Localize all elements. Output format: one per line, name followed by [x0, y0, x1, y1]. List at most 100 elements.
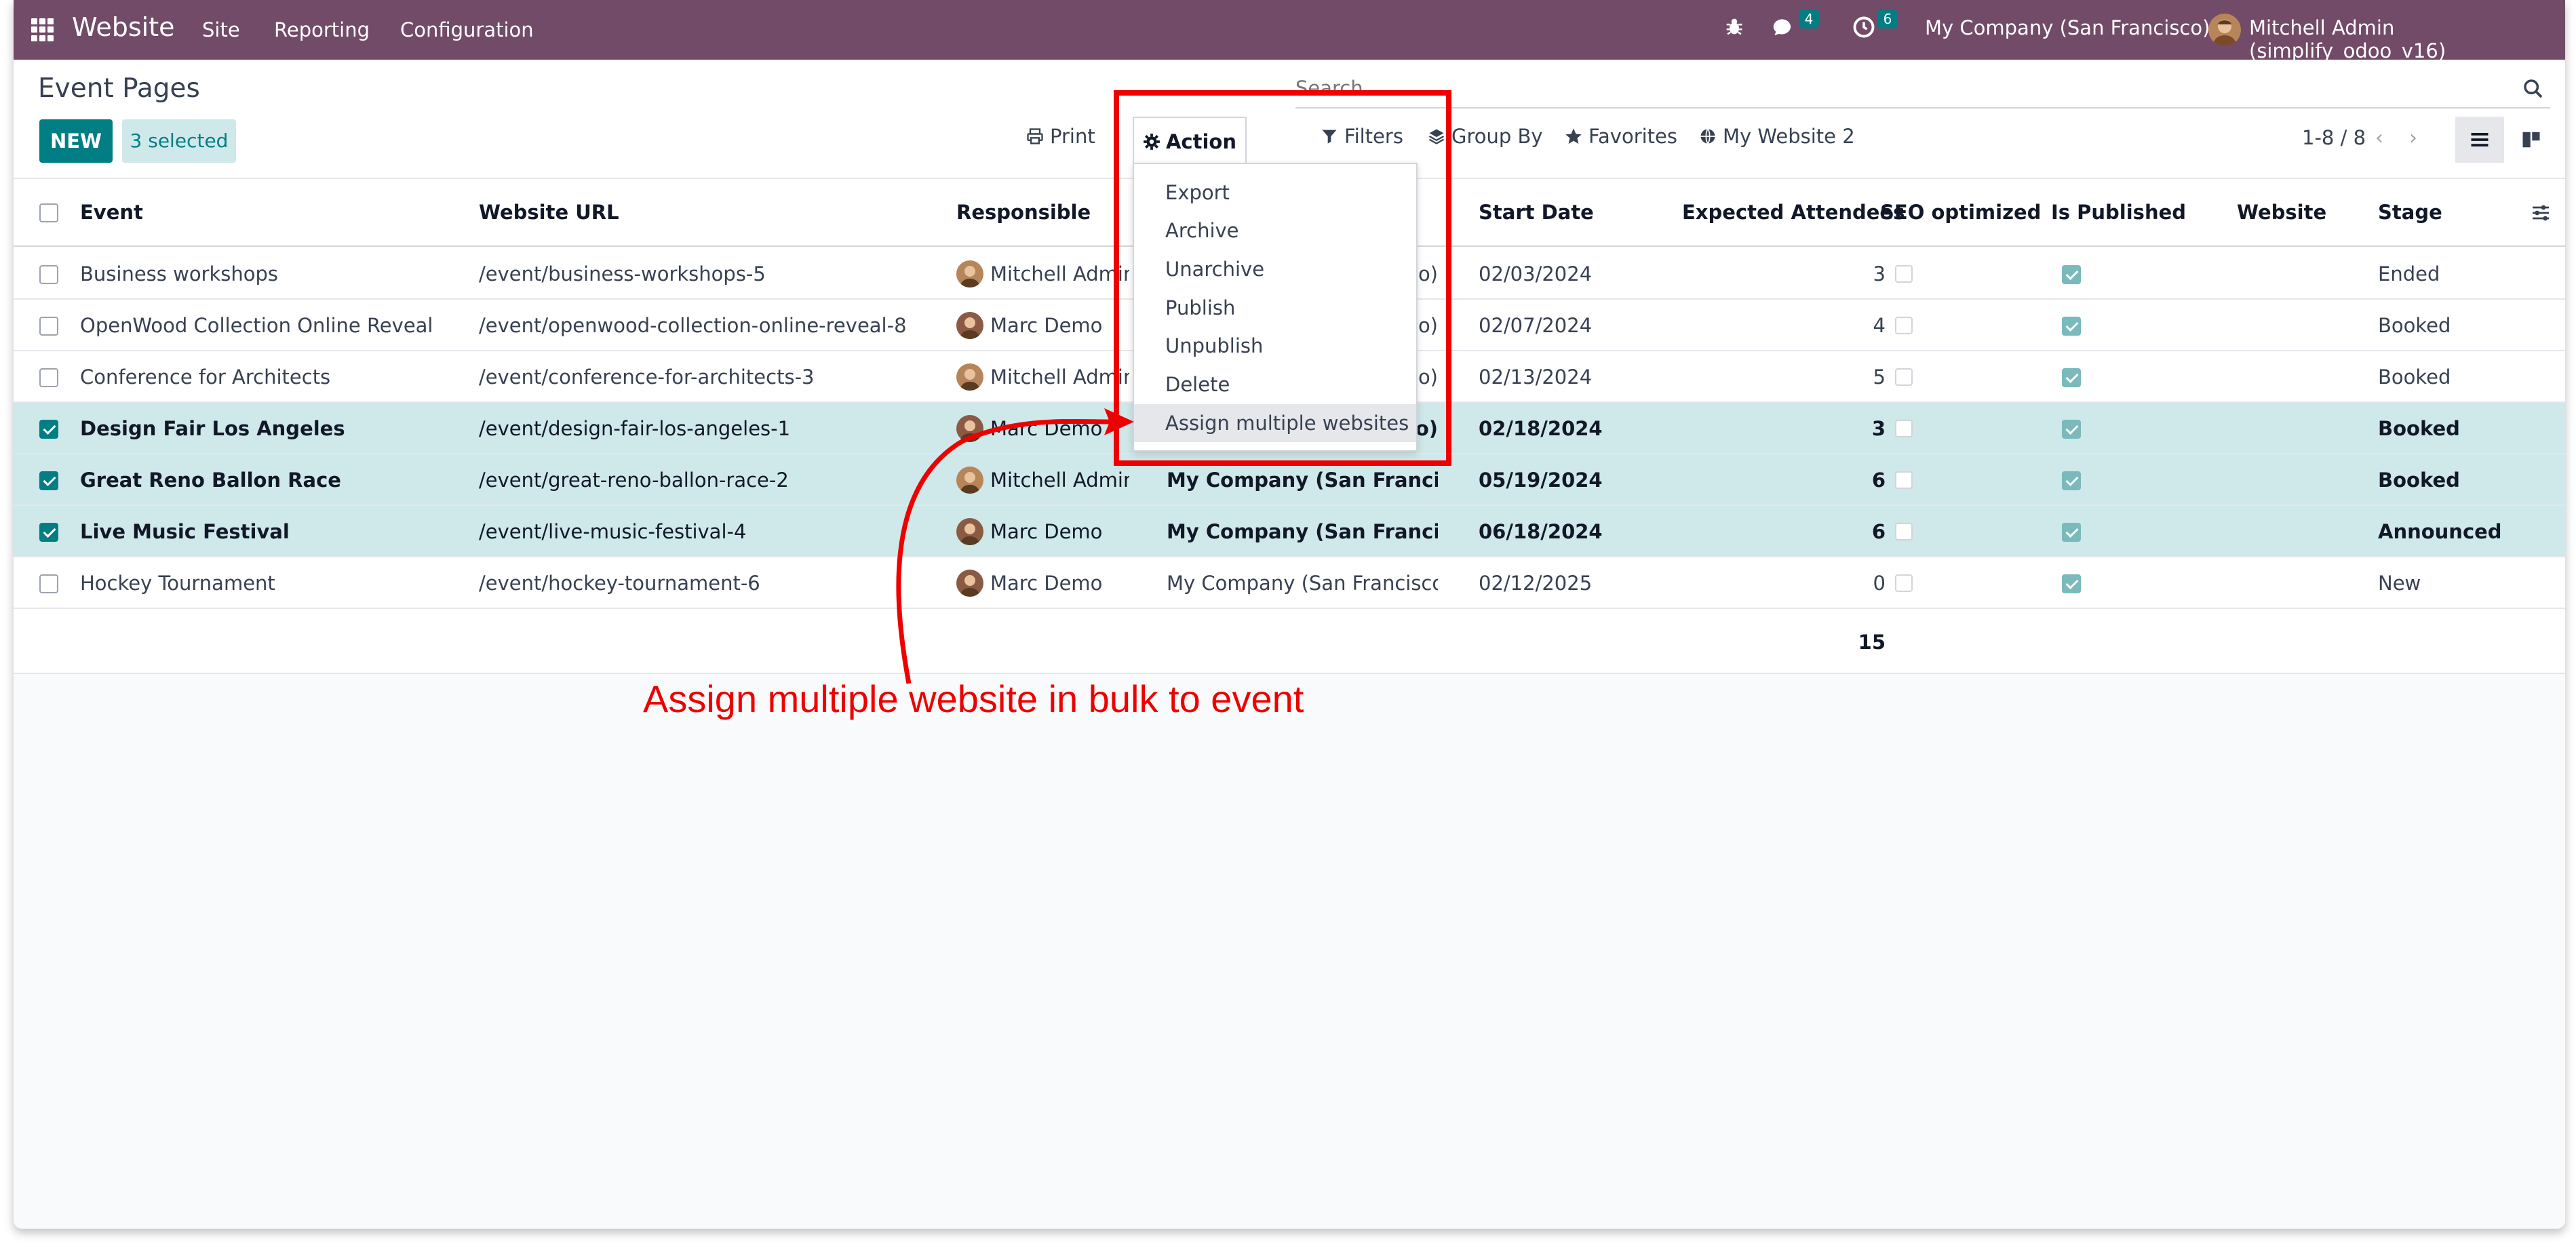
user-avatar[interactable] — [2208, 14, 2241, 46]
control-panel: Event Pages NEW 3 selected Print Action … — [14, 60, 2565, 179]
seo-optimized-checkbox — [1895, 265, 1913, 283]
cell-company: My Company (San Francisco) — [1167, 520, 1438, 543]
cell-stage: Booked — [2378, 469, 2460, 492]
debug-bug-icon[interactable] — [1723, 15, 1750, 42]
action-assign-multiple-websites[interactable]: Assign multiple websites — [1134, 404, 1416, 442]
table-footer: 15 — [14, 610, 2565, 674]
list-view-icon — [2471, 133, 2489, 146]
responsible-avatar — [956, 467, 983, 494]
row-select-checkbox[interactable] — [39, 420, 58, 439]
column-header-stage[interactable]: Stage — [2378, 201, 2442, 224]
column-header-is-published[interactable]: Is Published — [2051, 201, 2186, 224]
app-brand[interactable]: Website — [72, 12, 174, 42]
print-label: Print — [1050, 125, 1095, 148]
list-view-button[interactable] — [2455, 117, 2504, 163]
column-header-website[interactable]: Website — [2237, 201, 2326, 224]
menu-configuration[interactable]: Configuration — [400, 18, 534, 41]
cell-website-url: /event/design-fair-los-angeles-1 — [479, 417, 791, 440]
filters-button[interactable]: Filters — [1320, 125, 1403, 148]
row-select-checkbox[interactable] — [39, 523, 58, 542]
cell-expected-attendees: 5 — [1873, 365, 1886, 389]
cell-expected-attendees: 6 — [1871, 520, 1886, 543]
action-publish[interactable]: Publish — [1134, 289, 1416, 327]
search-icon[interactable] — [2522, 77, 2545, 100]
column-header-responsible[interactable]: Responsible — [956, 201, 1091, 224]
select-all-checkbox[interactable] — [39, 203, 58, 222]
cell-start-date: 05/19/2024 — [1479, 469, 1603, 492]
action-button[interactable]: Action — [1133, 117, 1247, 165]
search-input[interactable] — [1295, 71, 2550, 106]
print-button[interactable]: Print — [1026, 125, 1095, 148]
cell-event: Design Fair Los Angeles — [80, 417, 345, 440]
action-label: Action — [1165, 130, 1236, 153]
column-header-event[interactable]: Event — [80, 201, 143, 224]
kanban-view-button[interactable] — [2507, 117, 2556, 163]
company-switcher[interactable]: My Company (San Francisco) — [1925, 16, 2210, 39]
new-button[interactable]: NEW — [39, 119, 113, 163]
top-navbar: Website Site Reporting Configuration 4 6… — [14, 0, 2565, 62]
row-select-checkbox[interactable] — [39, 471, 58, 490]
page-title: Event Pages — [38, 73, 200, 104]
cell-expected-attendees: 0 — [1873, 572, 1886, 595]
group-by-label: Group By — [1451, 125, 1543, 148]
cell-responsible: Marc Demo — [990, 572, 1103, 595]
row-select-checkbox[interactable] — [39, 574, 58, 593]
pager-previous-icon[interactable]: ‹ — [2375, 126, 2383, 150]
is-published-checkbox — [2062, 368, 2081, 387]
cell-stage: Booked — [2378, 314, 2451, 337]
seo-optimized-checkbox — [1895, 523, 1913, 540]
cell-event: Great Reno Ballon Race — [80, 469, 341, 492]
table-row[interactable]: Hockey Tournament/event/hockey-tournamen… — [14, 557, 2565, 609]
favorites-button[interactable]: Favorites — [1564, 125, 1677, 148]
cell-stage: New — [2378, 572, 2421, 595]
search-bar — [1295, 71, 2550, 108]
optional-columns-sliders-icon[interactable] — [2530, 202, 2552, 224]
responsible-avatar — [956, 363, 983, 391]
is-published-checkbox — [2062, 471, 2081, 490]
menu-reporting[interactable]: Reporting — [274, 18, 370, 41]
cell-website-url: /event/conference-for-architects-3 — [479, 365, 815, 389]
column-header-seo-optimized[interactable]: SEO optimized — [1880, 201, 2041, 224]
cell-responsible: Marc Demo — [990, 520, 1103, 543]
group-by-button[interactable]: Group By — [1427, 125, 1543, 148]
seo-optimized-checkbox — [1895, 574, 1913, 592]
menu-site[interactable]: Site — [202, 18, 240, 41]
column-header-expected-attendees[interactable]: Expected Attendees — [1682, 201, 1905, 224]
seo-optimized-checkbox — [1895, 471, 1913, 489]
activities-clock-icon[interactable] — [1852, 15, 1879, 42]
action-delete[interactable]: Delete — [1134, 365, 1416, 403]
action-archive[interactable]: Archive — [1134, 212, 1416, 250]
row-select-checkbox[interactable] — [39, 368, 58, 387]
cell-event: Conference for Architects — [80, 365, 331, 389]
cell-website-url: /event/live-music-festival-4 — [479, 520, 747, 543]
table-row[interactable]: Live Music Festival/event/live-music-fes… — [14, 506, 2565, 557]
pager-value[interactable]: 1-8 / 8 — [2302, 126, 2366, 149]
row-select-checkbox[interactable] — [39, 317, 58, 336]
is-published-checkbox — [2062, 265, 2081, 284]
selected-count-badge[interactable]: 3 selected — [122, 119, 236, 163]
pager-next-icon[interactable]: › — [2409, 126, 2417, 150]
column-header-start-date[interactable]: Start Date — [1479, 201, 1594, 224]
cell-start-date: 02/03/2024 — [1479, 262, 1593, 285]
layers-icon — [1428, 129, 1445, 144]
apps-grid-icon[interactable] — [31, 18, 54, 41]
column-header-website-url[interactable]: Website URL — [479, 201, 619, 224]
action-unpublish[interactable]: Unpublish — [1134, 327, 1416, 365]
annotation-text: Assign multiple website in bulk to event — [643, 677, 1304, 720]
app-window: Website Site Reporting Configuration 4 6… — [14, 0, 2565, 1229]
website-switcher-button[interactable]: My Website 2 — [1698, 125, 1855, 148]
responsible-avatar — [956, 312, 983, 339]
is-published-checkbox — [2062, 523, 2081, 542]
cell-event: Business workshops — [80, 262, 279, 285]
messages-chat-icon[interactable] — [1770, 15, 1797, 42]
cell-responsible: Mitchell Admin — [990, 469, 1129, 492]
cell-event: Hockey Tournament — [80, 572, 275, 595]
cell-expected-attendees: 3 — [1873, 262, 1886, 285]
user-menu[interactable]: Mitchell Admin (simplify_odoo_v16) — [2249, 16, 2565, 62]
row-select-checkbox[interactable] — [39, 265, 58, 284]
action-unarchive[interactable]: Unarchive — [1134, 250, 1416, 288]
cell-stage: Booked — [2378, 417, 2460, 440]
action-export[interactable]: Export — [1134, 174, 1416, 212]
gear-icon — [1144, 134, 1160, 150]
table-row[interactable]: Great Reno Ballon Race/event/great-reno-… — [14, 454, 2565, 506]
